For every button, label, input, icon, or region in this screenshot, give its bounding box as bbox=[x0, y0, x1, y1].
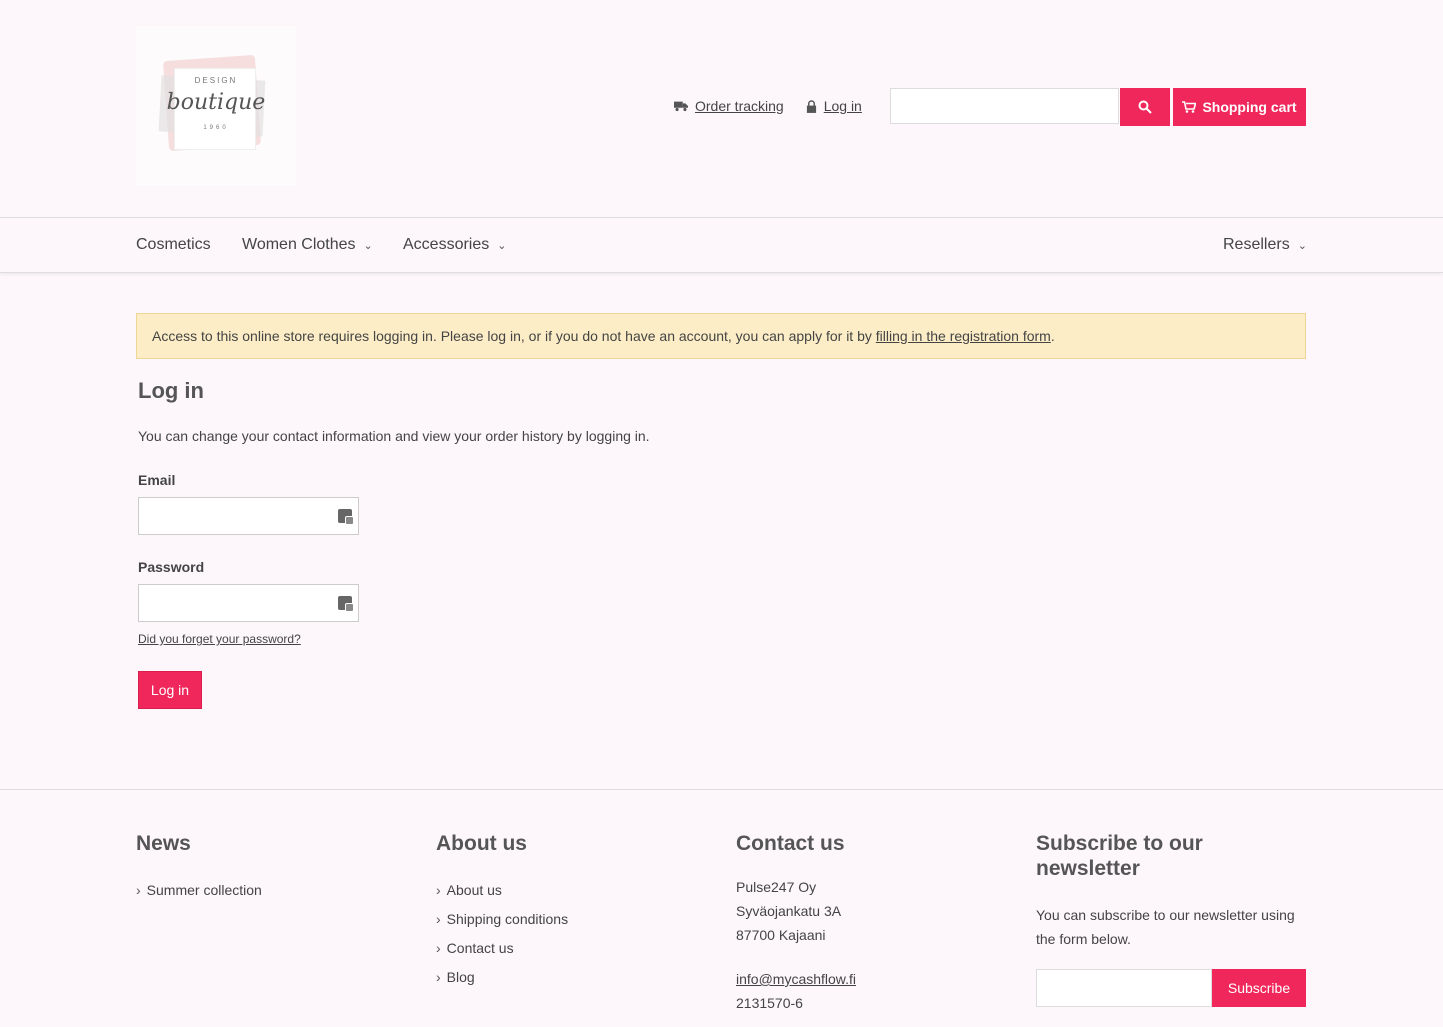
newsletter-title: Subscribe to our newsletter bbox=[1036, 832, 1203, 880]
shopping-cart-button[interactable]: Shopping cart bbox=[1173, 88, 1306, 126]
email-label: Email bbox=[138, 472, 176, 488]
footer-news-title: News bbox=[136, 832, 191, 855]
truck-icon bbox=[674, 101, 688, 112]
main-navigation: Cosmetics Women Clothes ⌄ Accessories ⌄ … bbox=[0, 217, 1443, 273]
footer-contact-title: Contact us bbox=[736, 832, 845, 855]
notice-end: . bbox=[1050, 328, 1055, 344]
contact-street: Syväojankatu 3A bbox=[736, 903, 842, 919]
order-tracking-label[interactable]: Order tracking bbox=[695, 98, 784, 114]
footer-about-title: About us bbox=[436, 832, 527, 855]
subscribe-button[interactable]: Subscribe bbox=[1212, 969, 1306, 1007]
chevron-down-icon: ⌄ bbox=[363, 239, 373, 252]
footer-about-item[interactable]: Contact us bbox=[436, 934, 716, 963]
newsletter-email-input[interactable] bbox=[1036, 969, 1212, 1007]
chevron-down-icon: ⌄ bbox=[1297, 239, 1307, 252]
contact-business-id: 2131570-6 bbox=[736, 995, 803, 1011]
page-title: Log in bbox=[138, 378, 204, 403]
login-label[interactable]: Log in bbox=[824, 98, 862, 114]
contact-company: Pulse247 Oy bbox=[736, 879, 817, 895]
password-manager-icon[interactable] bbox=[338, 596, 354, 612]
nav-item-accessories[interactable]: Accessories ⌄ bbox=[403, 236, 506, 254]
contact-city: 87700 Kajaani bbox=[736, 927, 826, 943]
site-header: DESIGN boutique 1960 Order tracking Log … bbox=[0, 0, 1443, 217]
search-icon bbox=[1138, 100, 1152, 114]
site-footer: News Summer collection About us About us… bbox=[0, 789, 1443, 1027]
logo-text-year: 1960 bbox=[203, 125, 229, 131]
footer-news: News Summer collection bbox=[136, 831, 416, 905]
logo-text-design: DESIGN bbox=[194, 76, 238, 85]
nav-item-women-clothes[interactable]: Women Clothes ⌄ bbox=[242, 236, 373, 254]
newsletter-text: You can subscribe to our newsletter usin… bbox=[1036, 907, 1295, 947]
nav-item-label: Resellers bbox=[1223, 236, 1290, 253]
login-required-notice: Access to this online store requires log… bbox=[136, 313, 1306, 359]
lock-icon bbox=[806, 99, 816, 113]
shopping-cart-label: Shopping cart bbox=[1202, 99, 1297, 115]
chevron-down-icon: ⌄ bbox=[497, 239, 507, 252]
password-label: Password bbox=[138, 559, 205, 575]
search-input[interactable] bbox=[890, 88, 1119, 124]
registration-form-link[interactable]: filling in the registration form bbox=[876, 328, 1051, 344]
footer-about-item[interactable]: Blog bbox=[436, 963, 716, 992]
nav-item-label: Accessories bbox=[403, 236, 490, 253]
search-button[interactable] bbox=[1120, 88, 1170, 126]
cart-icon bbox=[1182, 101, 1197, 113]
nav-item-label: Women Clothes bbox=[242, 236, 356, 253]
footer-newsletter: Subscribe to our newsletter You can subs… bbox=[1036, 831, 1308, 1021]
footer-about-item[interactable]: About us bbox=[436, 876, 716, 905]
header-links: Order tracking Log in bbox=[674, 98, 862, 114]
footer-news-item[interactable]: Summer collection bbox=[136, 876, 416, 905]
footer-contact: Contact us Pulse247 Oy Syväojankatu 3A 8… bbox=[736, 831, 1016, 1015]
store-logo[interactable]: DESIGN boutique 1960 bbox=[136, 26, 296, 186]
nav-item-cosmetics[interactable]: Cosmetics bbox=[136, 236, 211, 254]
footer-about: About us About us Shipping conditions Co… bbox=[436, 831, 716, 992]
email-field[interactable] bbox=[138, 497, 359, 535]
nav-item-resellers[interactable]: Resellers ⌄ bbox=[1223, 236, 1307, 254]
contact-email-link[interactable]: info@mycashflow.fi bbox=[736, 971, 856, 987]
password-manager-icon[interactable] bbox=[338, 509, 354, 525]
order-tracking-link[interactable]: Order tracking bbox=[674, 98, 784, 114]
nav-item-label: Cosmetics bbox=[136, 236, 211, 253]
logo-text-boutique: boutique bbox=[166, 90, 266, 115]
login-button[interactable]: Log in bbox=[138, 671, 202, 709]
login-link[interactable]: Log in bbox=[806, 98, 862, 114]
login-intro-text: You can change your contact information … bbox=[138, 428, 650, 444]
footer-about-item[interactable]: Shipping conditions bbox=[436, 905, 716, 934]
password-field[interactable] bbox=[138, 584, 359, 622]
forgot-password-link[interactable]: Did you forget your password? bbox=[138, 632, 301, 646]
notice-text: Access to this online store requires log… bbox=[152, 328, 876, 344]
